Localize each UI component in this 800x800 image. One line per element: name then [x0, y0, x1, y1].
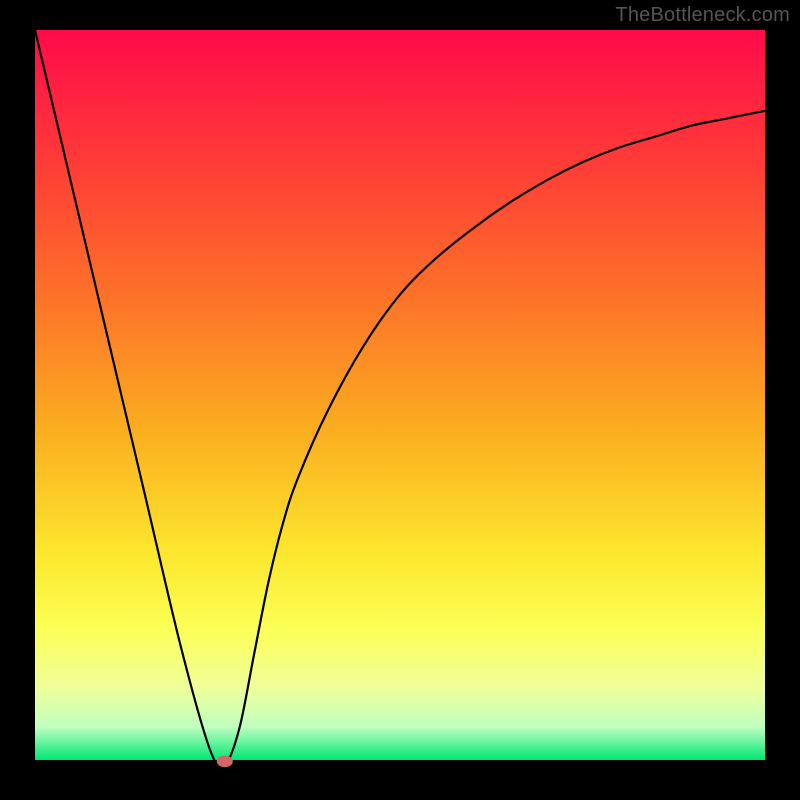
chart-frame: TheBottleneck.com: [0, 0, 800, 800]
watermark-text: TheBottleneck.com: [615, 4, 790, 27]
plot-area: [35, 30, 765, 765]
bottleneck-curve: [35, 30, 765, 767]
minimum-marker: [217, 755, 233, 767]
curve-layer: [35, 30, 765, 765]
